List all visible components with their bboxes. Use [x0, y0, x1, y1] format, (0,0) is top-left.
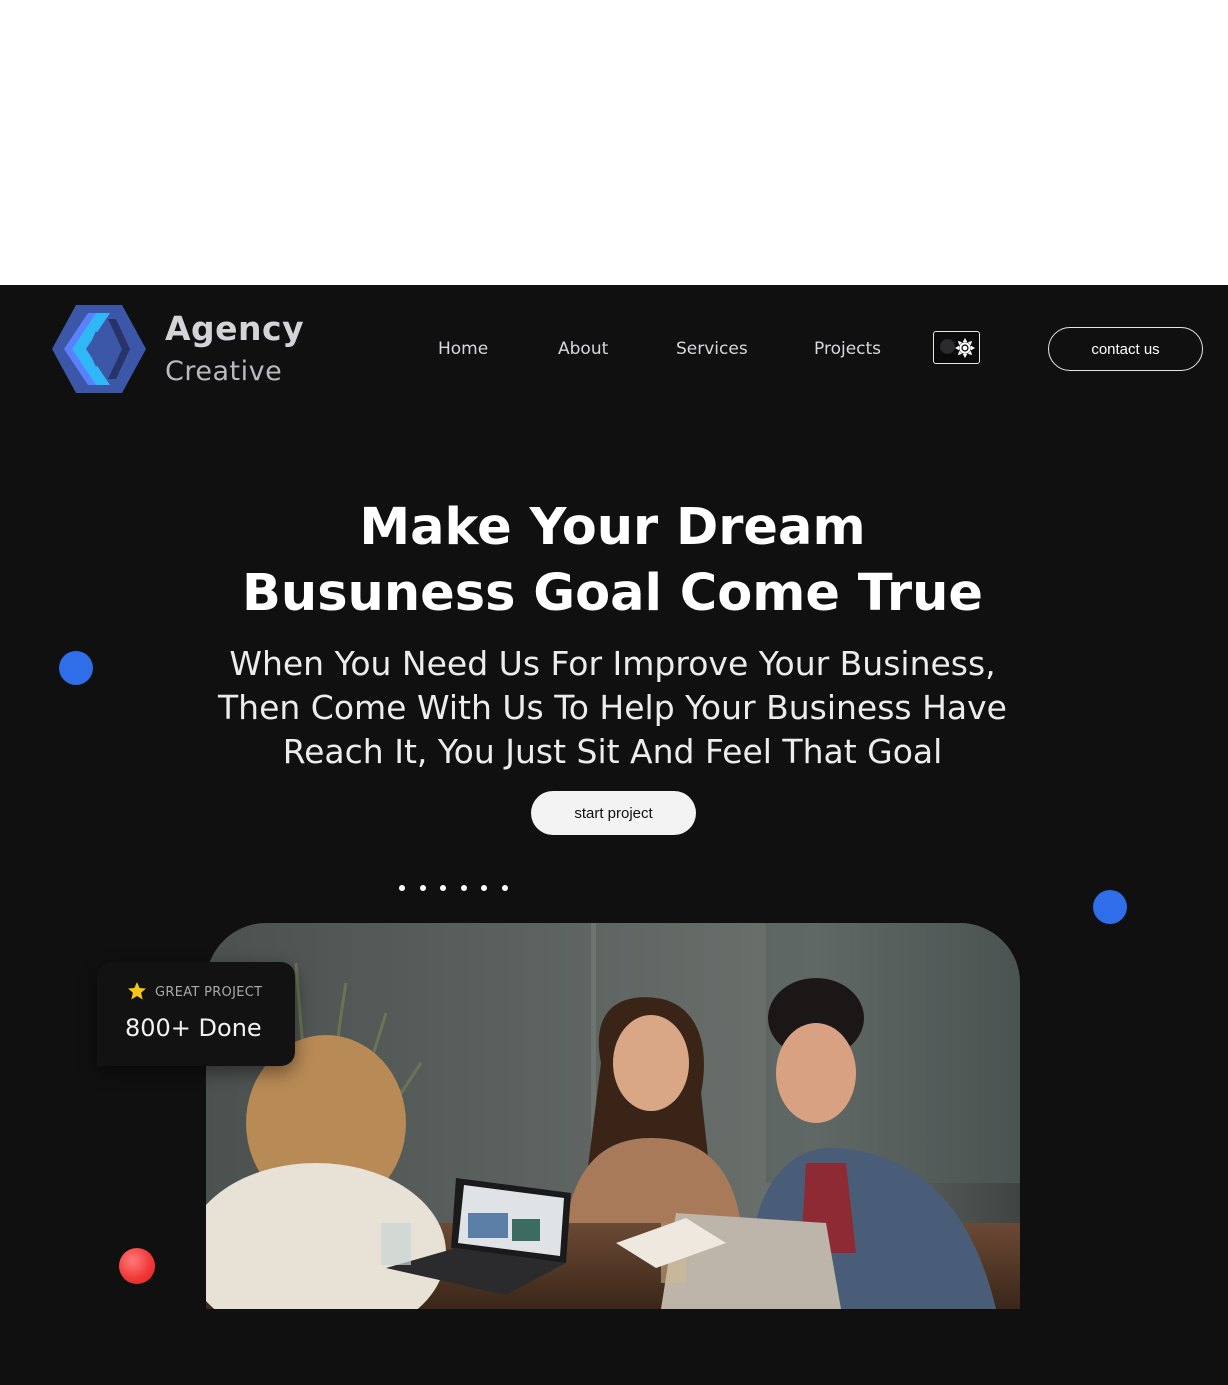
contact-us-button[interactable]: contact us [1048, 327, 1203, 371]
brand-subtitle: Creative [165, 356, 283, 387]
nav-projects[interactable]: Projects [814, 339, 881, 359]
decorative-blue-circle [1093, 890, 1127, 924]
decorative-blue-circle [59, 651, 93, 685]
nav-services[interactable]: Services [676, 339, 748, 359]
slider-dot[interactable] [481, 885, 487, 891]
hero-title: Make Your Dream Busuness Goal Come True [150, 495, 1075, 627]
nav-home[interactable]: Home [438, 339, 488, 359]
hero-title-line: Make Your Dream [359, 498, 866, 557]
slider-dot[interactable] [461, 885, 467, 891]
theme-toggle[interactable] [933, 331, 980, 364]
slider-dot[interactable] [502, 885, 508, 891]
hero-subtitle: When You Need Us For Improve Your Busine… [150, 642, 1075, 774]
blank-top-area [0, 0, 1228, 285]
nav-about[interactable]: About [558, 339, 608, 359]
hero-title-line: Busuness Goal Come True [242, 564, 983, 623]
slider-dots [399, 885, 519, 893]
badge-label: GREAT PROJECT [155, 985, 263, 1000]
slider-dot[interactable] [420, 885, 426, 891]
badge-value: 800+ Done [125, 1014, 262, 1042]
hero-subtitle-line: When You Need Us For Improve Your Busine… [229, 644, 996, 683]
decorative-red-circle [119, 1248, 155, 1284]
team-photo [206, 923, 1020, 1309]
slider-dot[interactable] [440, 885, 446, 891]
landing-page: Agency Creative Home About Services Proj… [0, 285, 1228, 1385]
slider-dot[interactable] [399, 885, 405, 891]
agency-logo-icon[interactable] [50, 303, 148, 395]
start-project-button[interactable]: start project [531, 791, 696, 835]
hero-subtitle-line: Reach It, You Just Sit And Feel That Goa… [282, 732, 943, 771]
brand-title: Agency [165, 309, 305, 348]
hero-subtitle-line: Then Come With Us To Help Your Business … [218, 688, 1007, 727]
moon-icon [940, 339, 955, 354]
star-icon [128, 982, 146, 1000]
sun-icon [955, 338, 975, 358]
great-project-badge: GREAT PROJECT 800+ Done [97, 962, 295, 1066]
